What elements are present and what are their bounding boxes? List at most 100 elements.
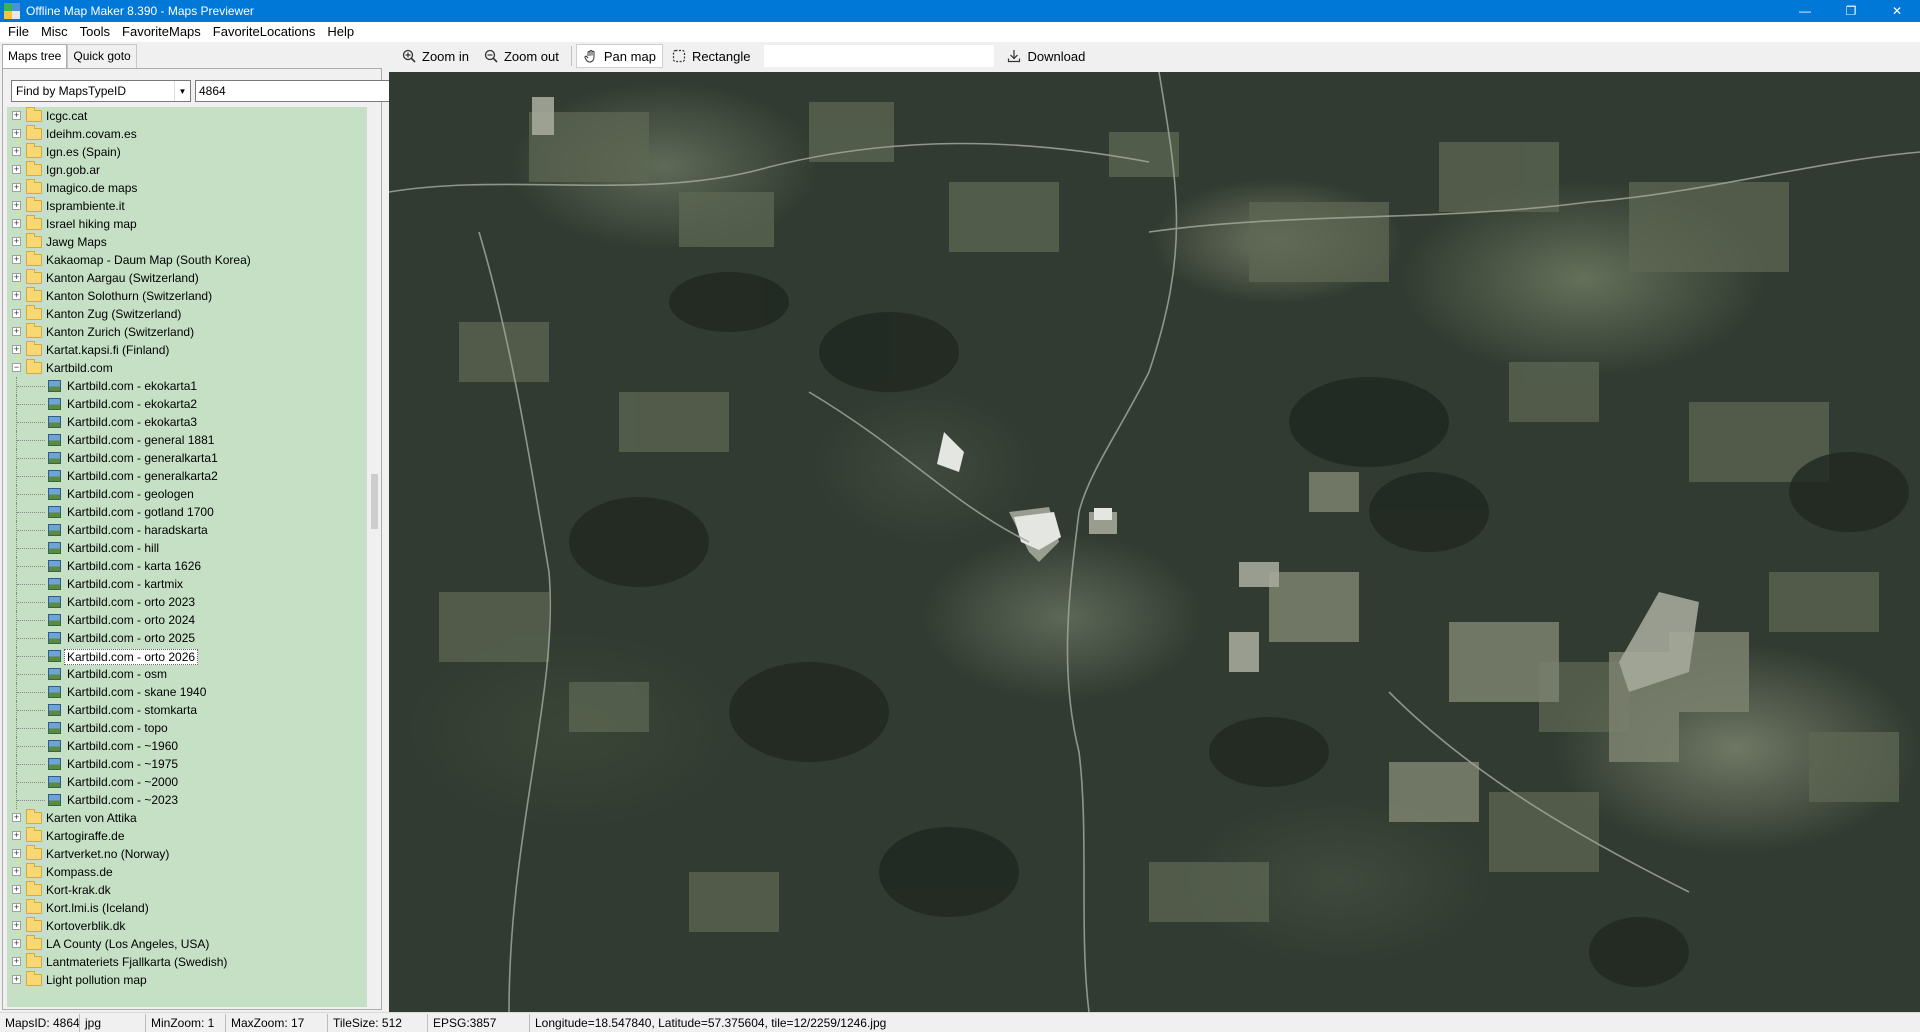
expand-icon[interactable]: + — [12, 849, 21, 858]
expand-icon[interactable]: + — [12, 111, 21, 120]
tree-folder[interactable]: + Kartogiraffe.de — [7, 827, 367, 845]
download-button[interactable]: Download — [1000, 44, 1091, 68]
zoom-in-button[interactable]: Zoom in — [395, 44, 475, 68]
tree-map-item[interactable]: Kartbild.com - generalkarta2 — [7, 467, 367, 485]
expand-icon[interactable]: + — [12, 201, 21, 210]
tree-map-item[interactable]: Kartbild.com - generalkarta1 — [7, 449, 367, 467]
tree-folder[interactable]: + Karten von Attika — [7, 809, 367, 827]
expand-icon[interactable]: + — [12, 831, 21, 840]
tree-folder[interactable]: + Ideihm.covam.es — [7, 125, 367, 143]
expand-icon[interactable]: + — [12, 183, 21, 192]
find-mode-select[interactable]: Find by MapsTypeID ▼ — [11, 80, 191, 102]
tree-folder[interactable]: + Kompass.de — [7, 863, 367, 881]
maximize-button[interactable]: ❐ — [1828, 0, 1874, 22]
tree-folder[interactable]: − Kartbild.com — [7, 359, 367, 377]
menu-help[interactable]: Help — [321, 22, 360, 42]
tree-vertical-scrollbar[interactable] — [369, 107, 381, 1007]
chevron-down-icon[interactable]: ▼ — [174, 81, 190, 101]
expand-icon[interactable]: + — [12, 273, 21, 282]
expand-icon[interactable]: + — [12, 921, 21, 930]
menu-misc[interactable]: Misc — [35, 22, 74, 42]
tree-map-item[interactable]: Kartbild.com - hill — [7, 539, 367, 557]
close-button[interactable]: ✕ — [1874, 0, 1920, 22]
menu-tools[interactable]: Tools — [74, 22, 116, 42]
expand-icon[interactable]: + — [12, 939, 21, 948]
expand-icon[interactable]: + — [12, 345, 21, 354]
expand-icon[interactable]: + — [12, 291, 21, 300]
rectangle-button[interactable]: Rectangle — [665, 44, 757, 68]
maps-tree[interactable]: + Icgc.cat + Ideihm.covam.es + Ign.es (Spain)… — [7, 107, 367, 1007]
tree-map-item[interactable]: Kartbild.com - osm — [7, 665, 367, 683]
tree-folder[interactable]: + Kartat.kapsi.fi (Finland) — [7, 341, 367, 359]
tree-map-item[interactable]: Kartbild.com - geologen — [7, 485, 367, 503]
tree-folder[interactable]: + Lantmateriets Fjallkarta (Swedish) — [7, 953, 367, 971]
tree-folder[interactable]: + Kanton Aargau (Switzerland) — [7, 269, 367, 287]
find-input[interactable] — [195, 80, 417, 102]
expand-icon[interactable]: + — [12, 903, 21, 912]
tree-folder-label: Kompass.de — [46, 865, 113, 879]
tree-map-item[interactable]: Kartbild.com - skane 1940 — [7, 683, 367, 701]
tree-folder[interactable]: + Kanton Solothurn (Switzerland) — [7, 287, 367, 305]
tree-folder[interactable]: + Isprambiente.it — [7, 197, 367, 215]
tree-map-item[interactable]: Kartbild.com - ekokarta3 — [7, 413, 367, 431]
tree-folder[interactable]: + Ign.es (Spain) — [7, 143, 367, 161]
expand-icon[interactable]: + — [12, 165, 21, 174]
menu-file[interactable]: File — [2, 22, 35, 42]
expand-icon[interactable]: + — [12, 237, 21, 246]
tree-map-item[interactable]: Kartbild.com - kartmix — [7, 575, 367, 593]
zoom-out-button[interactable]: Zoom out — [477, 44, 565, 68]
tree-map-item[interactable]: Kartbild.com - orto 2024 — [7, 611, 367, 629]
expand-icon[interactable]: + — [12, 219, 21, 228]
tree-folder[interactable]: + Ign.gob.ar — [7, 161, 367, 179]
expand-icon[interactable]: + — [12, 975, 21, 984]
tree-folder[interactable]: + Imagico.de maps — [7, 179, 367, 197]
expand-icon[interactable]: + — [12, 885, 21, 894]
tree-folder[interactable]: + Kartverket.no (Norway) — [7, 845, 367, 863]
tree-map-item[interactable]: Kartbild.com - ~1975 — [7, 755, 367, 773]
expand-icon[interactable]: + — [12, 327, 21, 336]
tree-map-item[interactable]: Kartbild.com - gotland 1700 — [7, 503, 367, 521]
tree-map-item[interactable]: Kartbild.com - orto 2026 — [7, 647, 367, 665]
tab-maps-tree[interactable]: Maps tree — [2, 44, 68, 68]
tree-folder[interactable]: + Light pollution map — [7, 971, 367, 989]
tree-map-item[interactable]: Kartbild.com - haradskarta — [7, 521, 367, 539]
tree-folder[interactable]: + Jawg Maps — [7, 233, 367, 251]
tree-map-item[interactable]: Kartbild.com - karta 1626 — [7, 557, 367, 575]
expand-icon[interactable]: + — [12, 255, 21, 264]
menu-favorite-maps[interactable]: FavoriteMaps — [116, 22, 207, 42]
tree-folder[interactable]: + Kanton Zug (Switzerland) — [7, 305, 367, 323]
expand-icon[interactable]: + — [12, 867, 21, 876]
tree-map-item[interactable]: Kartbild.com - ekokarta2 — [7, 395, 367, 413]
collapse-icon[interactable]: − — [12, 363, 21, 372]
tree-folder[interactable]: + Kort.lmi.is (Iceland) — [7, 899, 367, 917]
tab-quick-goto[interactable]: Quick goto — [67, 44, 137, 68]
map-view[interactable] — [389, 72, 1920, 1012]
tree-map-item[interactable]: Kartbild.com - stomkarta — [7, 701, 367, 719]
expand-icon[interactable]: + — [12, 129, 21, 138]
tree-folder[interactable]: + Icgc.cat — [7, 107, 367, 125]
tree-folder[interactable]: + Kanton Zurich (Switzerland) — [7, 323, 367, 341]
tree-map-item-label: Kartbild.com - orto 2023 — [67, 595, 196, 609]
menu-favorite-locations[interactable]: FavoriteLocations — [207, 22, 322, 42]
tree-folder[interactable]: + Kakaomap - Daum Map (South Korea) — [7, 251, 367, 269]
minimize-button[interactable]: — — [1782, 0, 1828, 22]
tree-folder[interactable]: + Kortoverblik.dk — [7, 917, 367, 935]
pan-map-button[interactable]: Pan map — [575, 44, 663, 68]
toolbar-input-field[interactable] — [764, 45, 995, 67]
tree-folder[interactable]: + Kort-krak.dk — [7, 881, 367, 899]
tree-map-item[interactable]: Kartbild.com - orto 2023 — [7, 593, 367, 611]
expand-icon[interactable]: + — [12, 813, 21, 822]
tree-map-item[interactable]: Kartbild.com - ekokarta1 — [7, 377, 367, 395]
expand-icon[interactable]: + — [12, 309, 21, 318]
tree-map-item[interactable]: Kartbild.com - ~1960 — [7, 737, 367, 755]
tree-map-item[interactable]: Kartbild.com - general 1881 — [7, 431, 367, 449]
expand-icon[interactable]: + — [12, 957, 21, 966]
expand-icon[interactable]: + — [12, 147, 21, 156]
scrollbar-thumb[interactable] — [371, 474, 378, 529]
tree-folder[interactable]: + LA County (Los Angeles, USA) — [7, 935, 367, 953]
tree-map-item[interactable]: Kartbild.com - topo — [7, 719, 367, 737]
tree-map-item[interactable]: Kartbild.com - ~2000 — [7, 773, 367, 791]
tree-map-item[interactable]: Kartbild.com - ~2023 — [7, 791, 367, 809]
tree-map-item[interactable]: Kartbild.com - orto 2025 — [7, 629, 367, 647]
tree-folder[interactable]: + Israel hiking map — [7, 215, 367, 233]
